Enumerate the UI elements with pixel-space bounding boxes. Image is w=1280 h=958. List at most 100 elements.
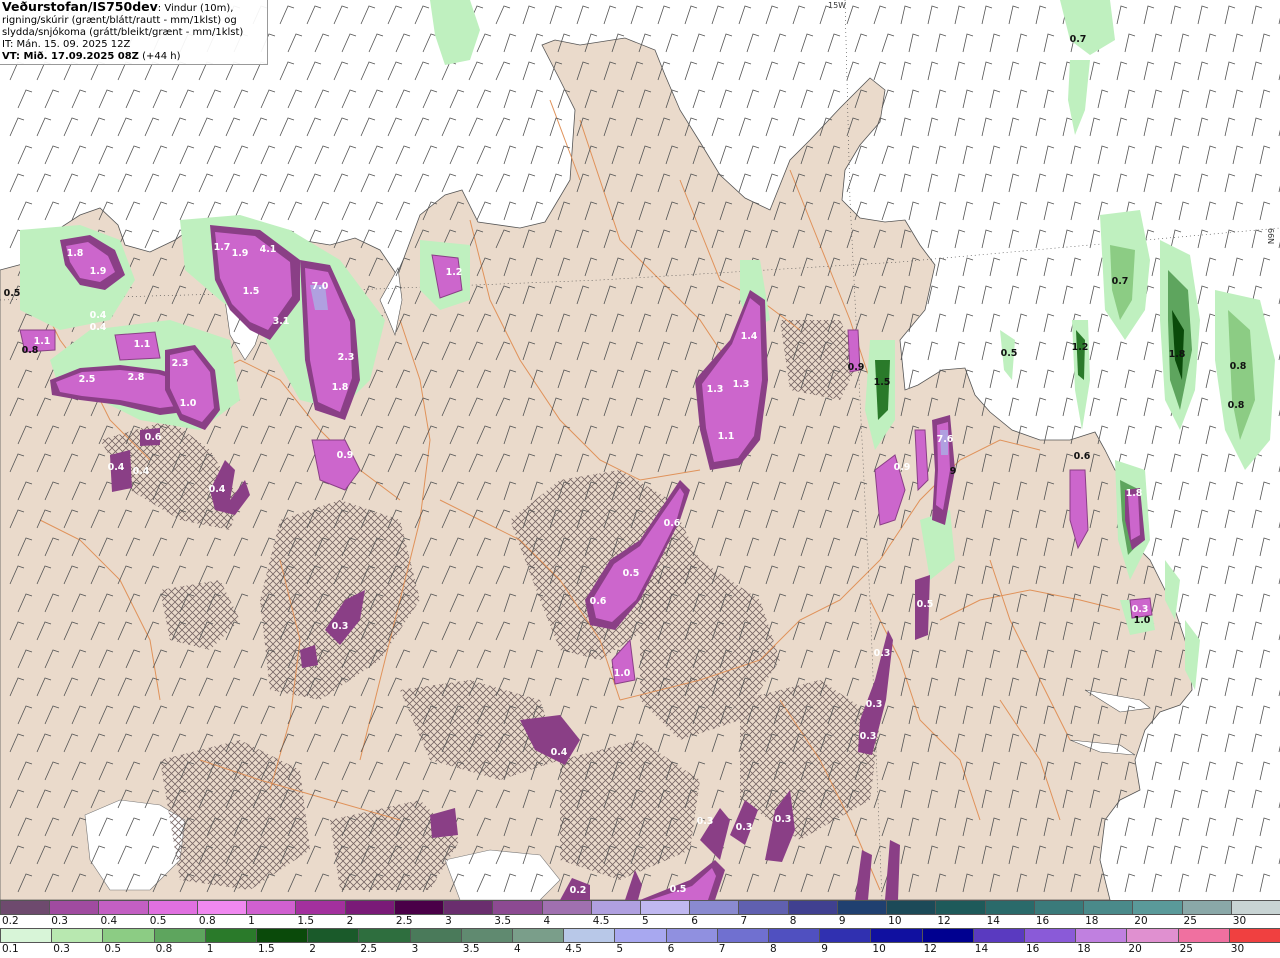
colorbar-tick-label: 4 xyxy=(543,915,551,927)
colorbar-swatch xyxy=(51,929,103,942)
colorbar-tick-label: 3.5 xyxy=(462,943,480,955)
latitude-label: 66N xyxy=(1266,228,1275,244)
colorbar-swatch xyxy=(787,901,837,914)
precip-value-label: 1.7 xyxy=(214,242,231,253)
colorbar-tick-label: 8 xyxy=(770,943,777,955)
colorbar-tick-label: 2 xyxy=(309,943,316,955)
precip-value-label: 1.5 xyxy=(243,286,260,297)
precip-value-label: 0.2 xyxy=(570,885,587,896)
precip-value-label: 1.1 xyxy=(134,339,151,350)
colorbar-swatch xyxy=(1075,929,1127,942)
colorbar-tick-label: 0.3 xyxy=(51,915,68,927)
colorbar-tick-label: 5 xyxy=(642,915,649,927)
colorbar-swatch xyxy=(409,929,461,942)
colorbar-swatch xyxy=(102,929,154,942)
precip-value-label: 1.8 xyxy=(1169,349,1186,360)
colorbar-tick-label: 18 xyxy=(1085,915,1099,927)
colorbar-tick-label: 7 xyxy=(740,915,748,927)
colorbar-swatch xyxy=(972,929,1024,942)
precip-value-label: 0.3 xyxy=(697,816,714,827)
precip-value-label: 0.3 xyxy=(736,822,753,833)
colorbar-swatch xyxy=(921,929,973,942)
precip-value-label: 3.1 xyxy=(273,316,290,327)
precip-value-label: 1.8 xyxy=(332,382,349,393)
colorbar-swatch xyxy=(1126,929,1178,942)
colorbar-swatch xyxy=(1228,929,1280,942)
precip-value-label: 1.3 xyxy=(733,379,750,390)
precip-value-label: 0.5 xyxy=(1001,348,1018,359)
colorbar-tick-label: 8 xyxy=(789,915,797,927)
precip-value-label: 0.4 xyxy=(108,462,125,473)
colorbar-tick-label: 0.8 xyxy=(155,943,173,955)
colorbar-swatch xyxy=(204,929,256,942)
colorbar-tick-label: 12 xyxy=(937,915,951,927)
colorbar-swatch xyxy=(1033,901,1084,914)
colorbar-swatch xyxy=(665,929,717,942)
colorbar-swatch xyxy=(443,901,493,914)
precip-value-label: 7.6 xyxy=(937,434,954,445)
colorbar-swatch xyxy=(563,929,615,942)
colorbar-tick-label: 25 xyxy=(1183,915,1197,927)
colorbar-tick-label: 0.5 xyxy=(149,915,167,927)
colorbar-swatch xyxy=(0,929,52,942)
colorbar-swatch xyxy=(1083,901,1133,914)
colorbar-swatch xyxy=(147,901,197,914)
precip-value-label: 0.3 xyxy=(775,814,792,825)
precip-value-label: 0.8 xyxy=(22,345,39,356)
colorbar-swatch xyxy=(246,901,296,914)
colorbar-tick-label: 25 xyxy=(1179,943,1193,955)
colorbar-swatch xyxy=(295,901,345,914)
precip-value-label: 2.5 xyxy=(79,374,96,385)
colorbar-tick-label: 18 xyxy=(1077,943,1091,955)
producer-label: Veðurstofan/IS750dev xyxy=(2,0,158,14)
weather-map: 15W 66N 1.81.90.50.40.41.10.81.12.5 2.82… xyxy=(0,0,1280,900)
snow-colorbar-ticks: 0.2 0.3 0.4 0.5 0.8 1 1.5 2 2.5 3 3.5 4 4.5 5 6 7 8 9 10 12… xyxy=(0,915,1280,928)
precip-value-label: 1.3 xyxy=(707,384,724,395)
colorbar-swatch xyxy=(590,901,640,914)
init-time: IT: Mán. 15. 09. 2025 12Z xyxy=(2,39,131,50)
precip-value-label: 1.2 xyxy=(446,267,463,278)
colorbar-tick-label: 3 xyxy=(411,943,419,955)
precip-value-label: 9 xyxy=(950,466,957,477)
colorbar-tick-label: 20 xyxy=(1134,915,1148,927)
precip-value-label: 0.8 xyxy=(1230,361,1247,372)
colorbar-tick-label: 3 xyxy=(445,915,452,927)
precip-value-label: 7.0 xyxy=(312,281,329,292)
colorbar-tick-label: 6 xyxy=(667,943,675,955)
precip-value-label: 0.9 xyxy=(894,462,911,473)
colorbar-tick-label: 10 xyxy=(888,915,902,927)
precip-value-label: 0.6 xyxy=(145,432,162,443)
colorbar-swatch xyxy=(1177,929,1229,942)
colorbar-tick-label: 2 xyxy=(346,915,354,927)
precip-value-label: 4.1 xyxy=(260,244,277,255)
colorbar-swatch xyxy=(0,901,50,914)
precip-value-label: 1.9 xyxy=(232,248,249,259)
colorbar-tick-label: 30 xyxy=(1230,943,1245,955)
rain-colorbar xyxy=(0,928,1280,943)
colorbar-swatch xyxy=(886,901,936,914)
precip-value-label: 2.3 xyxy=(172,358,189,369)
precip-value-label: 0.3 xyxy=(866,699,883,710)
colorbar-swatch xyxy=(460,929,512,942)
precip-value-label: 0.4 xyxy=(551,747,568,758)
precip-value-label: 0.4 xyxy=(209,484,226,495)
precip-value-label: 0.7 xyxy=(1112,276,1129,287)
colorbar-swatch xyxy=(49,901,99,914)
precip-value-label: 0.3 xyxy=(1132,604,1149,615)
precip-value-label: 0.6 xyxy=(1074,451,1091,462)
colorbar-swatch xyxy=(393,901,444,914)
map-title-box: Veðurstofan/IS750dev: Vindur (10m), rign… xyxy=(0,0,268,65)
variable-line-3: slydda/snjókoma (grátt/bleikt/grænt - mm… xyxy=(2,27,244,38)
precip-value-label: 1.4 xyxy=(741,331,758,342)
colorbar-tick-label: 1.5 xyxy=(258,943,275,955)
colorbar-tick-label: 4.5 xyxy=(592,915,610,927)
precip-value-label: 0.5 xyxy=(670,884,687,895)
colorbar-swatch xyxy=(196,901,247,914)
precip-value-label: 1.0 xyxy=(180,398,197,409)
variable-line-1: : Vindur (10m), xyxy=(157,3,234,14)
colorbar-swatch xyxy=(1132,901,1182,914)
precip-value-label: 2.8 xyxy=(128,372,145,383)
colorbar-tick-label: 5 xyxy=(616,943,624,955)
precip-value-label: 0.6 xyxy=(664,518,681,529)
precip-value-label: 0.8 xyxy=(1228,400,1245,411)
